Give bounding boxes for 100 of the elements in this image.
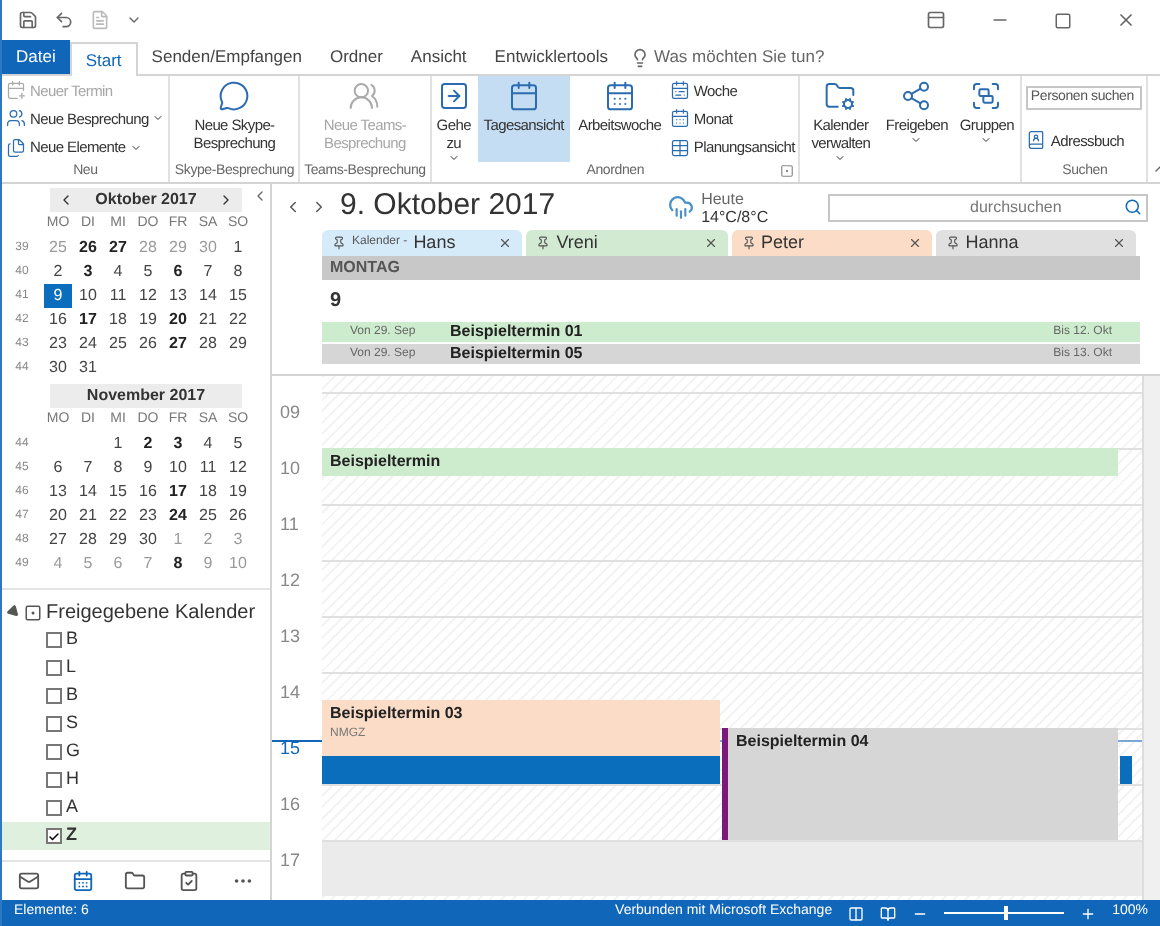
calendar-day[interactable]: 25 (194, 504, 222, 528)
hour-label: 14 (280, 680, 301, 706)
calendar-day[interactable]: 27 (44, 528, 72, 552)
hour-label: 10 (280, 456, 301, 482)
tell-me-field[interactable]: Was möchten Sie tun? (653, 44, 874, 70)
calendar-day[interactable]: 16 (44, 308, 72, 332)
calendar-list-item[interactable]: G (2, 738, 270, 766)
appointment[interactable]: Beispieltermin 04 (722, 728, 1118, 840)
calendar-day[interactable]: 7 (194, 260, 222, 284)
calendar-day[interactable]: 26 (74, 236, 102, 260)
calendar-list-item[interactable]: B (2, 682, 270, 710)
calendar-day[interactable]: 6 (164, 260, 192, 284)
calendar-day[interactable]: 19 (224, 480, 252, 504)
calendar-day[interactable]: 28 (74, 528, 102, 552)
month-title: November 2017 (86, 384, 206, 408)
calendar-name: Hanna (965, 229, 1019, 256)
calendar-name: Hans (413, 229, 456, 256)
calendar-day[interactable]: 28 (194, 332, 222, 356)
calendar-tab[interactable]: Vreni (526, 230, 727, 256)
calendar-label: G (66, 738, 81, 765)
calendar-day[interactable]: 4 (104, 260, 132, 284)
calendar-day[interactable]: 20 (164, 308, 192, 332)
calendar-label: A (66, 794, 79, 821)
calendar-day[interactable]: 13 (164, 284, 192, 308)
calendar-day[interactable]: 22 (224, 308, 252, 332)
calendar-day[interactable]: 10 (74, 284, 102, 308)
hour-label: 09 (280, 400, 301, 426)
calendar-day[interactable]: 14 (74, 480, 102, 504)
ribbon-tab[interactable]: Datei (2, 40, 70, 74)
calendar-day[interactable]: 17 (74, 308, 102, 332)
calendar-day[interactable]: 23 (44, 332, 72, 356)
calendar-day[interactable]: 26 (134, 332, 162, 356)
calendar-day[interactable]: 1 (224, 236, 252, 260)
calendar-day[interactable]: 16 (134, 480, 162, 504)
calendar-day[interactable]: 9 (44, 284, 72, 308)
calendar-day[interactable]: 26 (224, 504, 252, 528)
calendar-day[interactable]: 12 (134, 284, 162, 308)
calendar-day[interactable]: 24 (74, 332, 102, 356)
calendar-day[interactable]: 9 (134, 456, 162, 480)
month-title: Oktober 2017 (95, 188, 197, 212)
calendar-day[interactable]: 30 (44, 356, 72, 380)
calendar-tab[interactable]: Hanna (935, 230, 1136, 256)
calendar-day[interactable]: 10 (164, 456, 192, 480)
day-number: 9 (330, 288, 342, 316)
calendar-day[interactable]: 12 (224, 456, 252, 480)
ribbon-tab[interactable]: Ordner (315, 40, 397, 74)
calendar-day[interactable]: 8 (224, 260, 252, 284)
calendar-day[interactable]: 19 (134, 308, 162, 332)
calendar-day[interactable]: 5 (134, 260, 162, 284)
calendar-tab[interactable]: Peter (731, 230, 932, 256)
folder-title[interactable]: Freigegebene Kalender (46, 597, 256, 627)
calendar-day[interactable]: 18 (104, 308, 132, 332)
calendar-list-item[interactable]: Z (2, 822, 270, 850)
calendar-day[interactable]: 31 (74, 356, 102, 380)
calendar-list-item[interactable]: H (2, 766, 270, 794)
calendar-day[interactable]: 11 (104, 284, 132, 308)
calendar-day[interactable]: 1 (104, 432, 132, 456)
calendar-day[interactable]: 13 (44, 480, 72, 504)
calendar-day[interactable]: 25 (104, 332, 132, 356)
calendar-day[interactable]: 29 (104, 528, 132, 552)
calendar-list-item[interactable]: S (2, 710, 270, 738)
calendar-day[interactable]: 21 (194, 308, 222, 332)
calendar-day[interactable]: 4 (194, 432, 222, 456)
calendar-day[interactable]: 17 (164, 480, 192, 504)
event-title: Beispieltermin 01 (450, 320, 585, 344)
calendar-list-item[interactable]: L (2, 654, 270, 682)
calendar-day[interactable]: 14 (194, 284, 222, 308)
calendar-day[interactable]: 21 (74, 504, 102, 528)
calendar-day[interactable]: 20 (44, 504, 72, 528)
weather-label: Heute (701, 189, 746, 207)
calendar-day[interactable]: 3 (164, 432, 192, 456)
hour-label: 15 (280, 736, 301, 762)
calendar-day[interactable]: 22 (104, 504, 132, 528)
ribbon-tab[interactable]: Start (69, 42, 138, 76)
calendar-day[interactable]: 2 (134, 432, 162, 456)
search-field[interactable]: durchsuchen (828, 193, 1148, 221)
ribbon-tab[interactable]: Ansicht (396, 40, 481, 74)
calendar-day[interactable]: 3 (74, 260, 102, 284)
calendar-day[interactable]: 27 (104, 236, 132, 260)
calendar-day[interactable]: 30 (134, 528, 162, 552)
calendar-day[interactable]: 15 (224, 284, 252, 308)
ribbon-tab[interactable]: Entwicklertools (480, 40, 622, 74)
calendar-day[interactable]: 8 (164, 552, 192, 576)
ribbon-tab[interactable]: Senden/Empfangen (137, 40, 316, 74)
calendar-day[interactable]: 7 (74, 456, 102, 480)
calendar-day[interactable]: 11 (194, 456, 222, 480)
calendar-day[interactable]: 6 (44, 456, 72, 480)
calendar-day[interactable]: 29 (224, 332, 252, 356)
calendar-list-item[interactable]: B (2, 626, 270, 654)
calendar-day[interactable]: 18 (194, 480, 222, 504)
calendar-day[interactable]: 23 (134, 504, 162, 528)
calendar-day[interactable]: 5 (224, 432, 252, 456)
calendar-day[interactable]: 27 (164, 332, 192, 356)
calendar-day[interactable]: 24 (164, 504, 192, 528)
hour-label: 11 (280, 512, 299, 538)
calendar-day[interactable]: 8 (104, 456, 132, 480)
calendar-list-item[interactable]: A (2, 794, 270, 822)
calendar-day[interactable]: 15 (104, 480, 132, 504)
appointment[interactable]: Beispieltermin (322, 448, 1118, 476)
calendar-day[interactable]: 2 (44, 260, 72, 284)
